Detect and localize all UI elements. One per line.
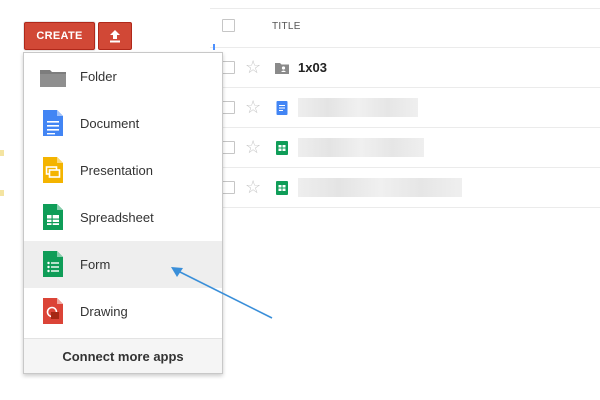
upload-icon (110, 30, 120, 43)
upload-button[interactable] (98, 22, 132, 50)
spreadsheet-icon (43, 204, 63, 230)
folder-icon (40, 70, 66, 87)
background-mark (0, 150, 4, 156)
file-row[interactable]: ☆ (210, 168, 600, 208)
form-icon (43, 251, 63, 277)
menu-item-label: Spreadsheet (80, 210, 154, 225)
file-row[interactable]: ☆ (210, 128, 600, 168)
menu-item-form[interactable]: Form (24, 241, 222, 288)
file-row[interactable]: ☆ 1x03 (210, 48, 600, 88)
redacted-title (298, 178, 462, 197)
presentation-icon (43, 157, 63, 183)
shared-folder-icon (275, 63, 289, 74)
list-header (210, 8, 600, 48)
star-icon[interactable]: ☆ (245, 137, 261, 157)
menu-item-label: Folder (80, 69, 117, 84)
document-icon (43, 110, 63, 136)
create-menu: Folder Document Presentation Spreadsheet… (23, 52, 223, 374)
focus-indicator (213, 44, 215, 50)
file-row[interactable]: ☆ (210, 88, 600, 128)
file-title[interactable]: 1x03 (298, 60, 327, 75)
row-checkbox[interactable] (222, 61, 235, 74)
redacted-title (298, 98, 418, 117)
select-all-checkbox[interactable] (222, 19, 235, 32)
connect-more-apps-button[interactable]: Connect more apps (24, 338, 222, 373)
spreadsheet-icon (276, 141, 288, 155)
menu-item-presentation[interactable]: Presentation (24, 147, 222, 194)
star-icon[interactable]: ☆ (245, 177, 261, 197)
menu-item-drawing[interactable]: Drawing (24, 288, 222, 335)
star-icon[interactable]: ☆ (245, 57, 261, 77)
drawing-icon (43, 298, 63, 324)
row-checkbox[interactable] (222, 141, 235, 154)
menu-item-label: Form (80, 257, 111, 272)
spreadsheet-icon (276, 181, 288, 195)
background-mark (0, 190, 4, 196)
column-title-header[interactable]: TITLE (272, 21, 301, 32)
menu-item-document[interactable]: Document (24, 100, 222, 147)
menu-item-spreadsheet[interactable]: Spreadsheet (24, 194, 222, 241)
star-icon[interactable]: ☆ (245, 97, 261, 117)
menu-item-label: Drawing (80, 304, 128, 319)
row-checkbox[interactable] (222, 181, 235, 194)
menu-item-label: Document (80, 116, 140, 131)
menu-item-folder[interactable]: Folder (24, 53, 222, 100)
row-checkbox[interactable] (222, 101, 235, 114)
create-button[interactable]: CREATE (24, 22, 95, 50)
document-icon (276, 101, 288, 115)
menu-item-label: Presentation (80, 163, 153, 178)
redacted-title (298, 138, 424, 157)
